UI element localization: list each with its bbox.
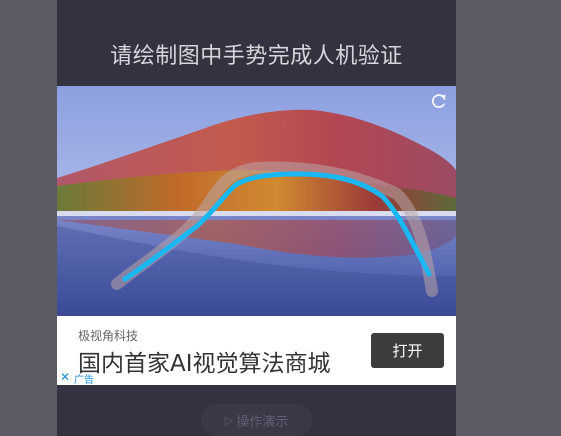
ad-open-button[interactable]: 打开 — [371, 333, 444, 368]
demo-button[interactable]: ▷ 操作演示 — [201, 404, 312, 436]
close-icon[interactable]: ✕ — [60, 370, 70, 384]
ad-company: 极视角科技 — [78, 329, 139, 343]
captcha-image[interactable] — [57, 86, 456, 316]
ad-headline: 国内首家AI视觉算法商城 — [78, 351, 331, 377]
captcha-title: 请绘制图中手势完成人机验证 — [110, 44, 403, 69]
captcha-panel: 请绘制图中手势完成人机验证 极视角科技 国内首家AI视觉算法商城 打开 ✕ 广告… — [57, 0, 456, 436]
ad-banner[interactable]: 极视角科技 国内首家AI视觉算法商城 打开 ✕ 广告 — [57, 316, 456, 386]
play-icon: ▷ — [224, 413, 234, 427]
ad-tag: 广告 — [74, 375, 94, 386]
lake-mountain-image — [57, 86, 456, 316]
demo-button-label: 操作演示 — [236, 414, 289, 430]
refresh-icon[interactable] — [430, 92, 448, 110]
